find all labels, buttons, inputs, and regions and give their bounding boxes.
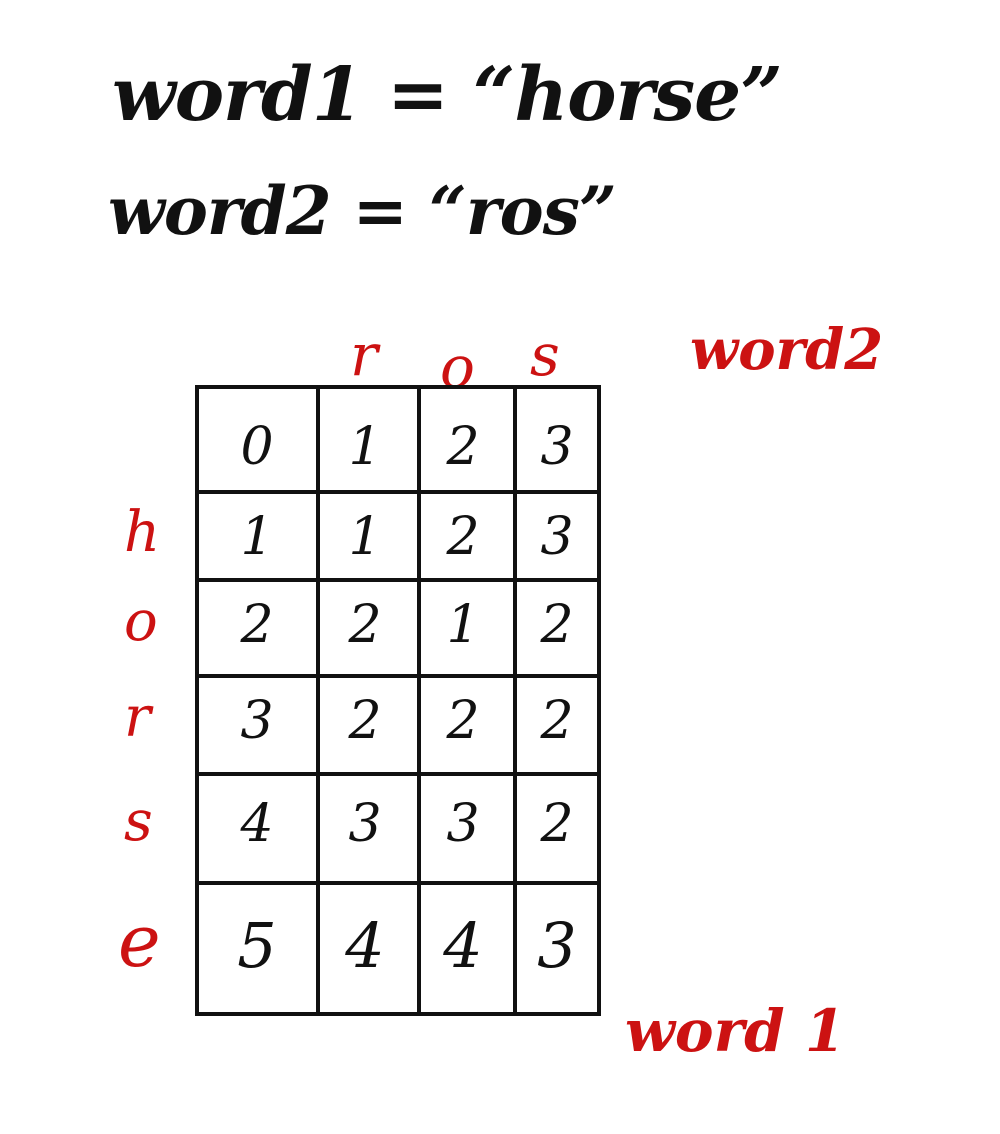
table-cell: 5 [237, 909, 277, 982]
column-divider [513, 389, 517, 1012]
word2-equation: word2 = “ros” [108, 172, 617, 250]
table-cell: 2 [348, 691, 382, 751]
row-divider [199, 674, 597, 678]
table-cell: 2 [446, 417, 480, 477]
row-header-s: s [124, 789, 153, 854]
edit-distance-table: 012311232212322243325443 [195, 385, 601, 1016]
table-cell: 4 [240, 794, 274, 854]
table-cell: 2 [446, 507, 480, 567]
table-cell: 3 [540, 507, 574, 567]
table-cell: 2 [540, 595, 574, 655]
row-divider [199, 881, 597, 885]
table-cell: 2 [540, 794, 574, 854]
table-cell: 3 [540, 417, 574, 477]
row-header-h: h [124, 500, 161, 565]
column-divider [316, 389, 320, 1012]
table-cell: 3 [240, 691, 274, 751]
table-cell: 4 [443, 909, 483, 982]
word2-axis-label: word2 [690, 317, 884, 383]
row-header-o: o [124, 589, 158, 654]
row-header-r: r [124, 685, 151, 750]
table-cell: 2 [348, 595, 382, 655]
table-cell: 1 [348, 417, 382, 477]
row-divider [199, 578, 597, 582]
table-cell: 1 [348, 507, 382, 567]
table-cell: 2 [240, 595, 274, 655]
column-divider [417, 389, 421, 1012]
row-divider [199, 772, 597, 776]
table-cell: 3 [537, 909, 577, 982]
table-cell: 2 [446, 691, 480, 751]
table-cell: 1 [240, 507, 274, 567]
column-header-s: s [530, 321, 560, 389]
row-divider [199, 490, 597, 494]
table-cell: 2 [540, 691, 574, 751]
table-cell: 1 [446, 595, 480, 655]
row-header-e: e [118, 899, 161, 983]
table-cell: 3 [446, 794, 480, 854]
table-cell: 4 [345, 909, 385, 982]
table-cell: 3 [348, 794, 382, 854]
column-header-r: r [350, 321, 378, 389]
word1-equation: word1 = “horse” [112, 52, 783, 138]
table-cell: 0 [240, 417, 274, 477]
word1-axis-label: word 1 [625, 997, 846, 1065]
